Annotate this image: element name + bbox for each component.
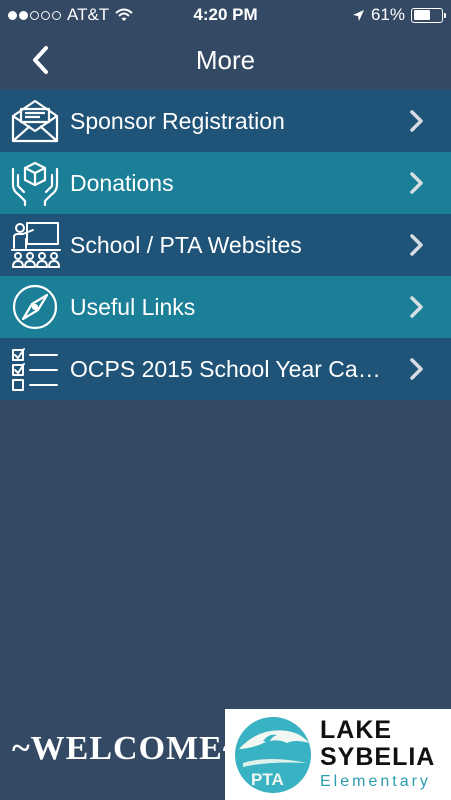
location-arrow-icon — [352, 9, 364, 21]
menu-item-label: School / PTA Websites — [70, 231, 302, 258]
menu-item-school-pta-websites[interactable]: School / PTA Websites — [0, 214, 451, 276]
classroom-icon — [11, 222, 61, 268]
school-logo: PTA LAKE SYBELIA Elementary — [225, 709, 451, 800]
logo-badge-text: PTA — [251, 770, 284, 789]
status-bar: AT&T 4:20 PM 61% — [0, 0, 451, 30]
menu-item-donations[interactable]: Donations — [0, 152, 451, 214]
chevron-right-icon — [410, 234, 423, 256]
wifi-icon — [115, 8, 133, 21]
compass-icon — [12, 284, 58, 330]
menu-item-label: Useful Links — [70, 293, 196, 320]
chevron-left-icon — [33, 46, 48, 74]
hands-box-icon — [11, 161, 59, 207]
menu-item-sponsor-registration[interactable]: Sponsor Registration — [0, 90, 451, 152]
chevron-right-icon — [410, 296, 423, 318]
envelope-icon — [11, 99, 59, 143]
checklist-icon — [12, 348, 58, 391]
chevron-right-icon — [410, 110, 423, 132]
carrier-label: AT&T — [67, 5, 110, 24]
dolphin-pta-logo-icon: PTA — [235, 717, 311, 793]
page-title: More — [195, 44, 256, 75]
menu-item-useful-links[interactable]: Useful Links — [0, 276, 451, 338]
signal-strength-icon — [8, 10, 61, 20]
welcome-banner-text: ~WELCOME~ — [12, 730, 242, 767]
menu-list: Sponsor Registration Donations School / … — [0, 90, 451, 400]
menu-item-label: Donations — [70, 169, 174, 196]
battery-icon — [411, 7, 446, 23]
chevron-right-icon — [410, 172, 423, 194]
nav-bar: More — [0, 30, 451, 90]
chevron-right-icon — [410, 358, 423, 380]
logo-line-sybelia: SYBELIA — [320, 743, 436, 771]
menu-item-ocps-calendar[interactable]: OCPS 2015 School Year Calendar — [0, 338, 451, 400]
logo-text: LAKE SYBELIA Elementary — [320, 718, 435, 790]
logo-line-elementary: Elementary — [320, 773, 431, 790]
menu-item-label: Sponsor Registration — [70, 107, 285, 134]
battery-percent: 61% — [370, 5, 405, 24]
menu-item-label: OCPS 2015 School Year Calendar — [70, 355, 422, 382]
logo-line-lake: LAKE — [320, 716, 393, 744]
back-button[interactable] — [22, 42, 58, 78]
